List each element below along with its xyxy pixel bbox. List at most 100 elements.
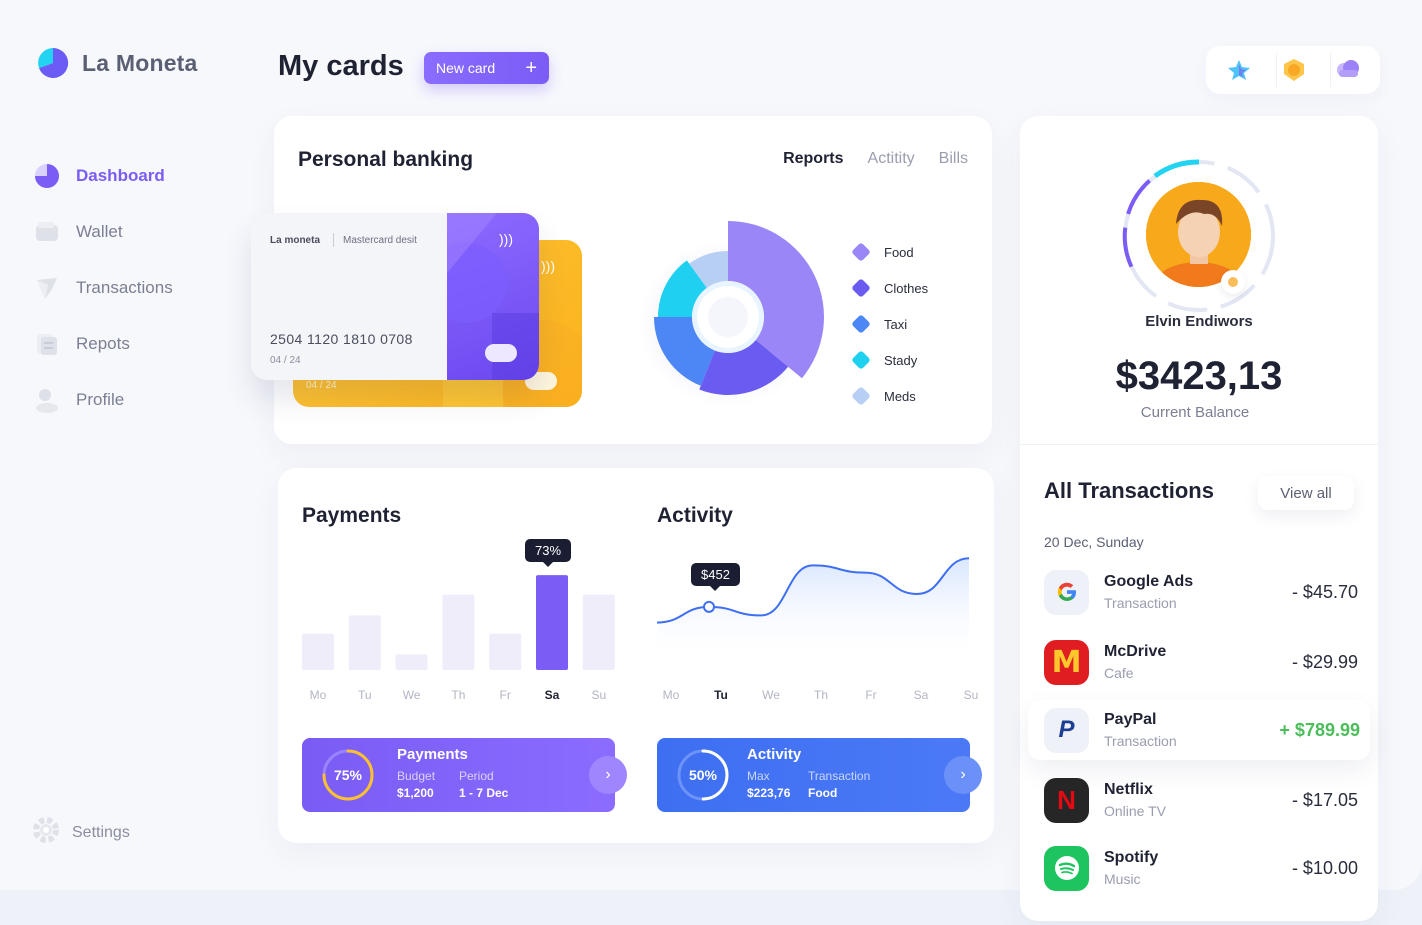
- legend-item: Taxi: [851, 306, 928, 342]
- card-number: 2504 1120 1810 0708: [270, 331, 413, 347]
- sidebar-item-dashboard[interactable]: Dashboard: [34, 148, 173, 204]
- transaction-amount: - $10.00: [1291, 857, 1358, 878]
- payments-title: Payments: [302, 504, 402, 527]
- activity-tooltip: $452: [691, 563, 740, 591]
- donut-center: [708, 297, 748, 337]
- sidebar-item-wallet[interactable]: Wallet: [34, 204, 173, 260]
- max-label: Max: [747, 769, 770, 783]
- legend-label: Clothes: [884, 280, 929, 296]
- transactions-icon: [34, 275, 60, 301]
- transaction-row[interactable]: P PayPal Transaction + $789.99: [1028, 700, 1370, 760]
- paypal-icon: P: [1044, 707, 1089, 753]
- cloud-icon[interactable]: [1330, 53, 1364, 87]
- activity-summary-title: Activity: [747, 746, 802, 763]
- top-icon-bar: [1206, 46, 1380, 94]
- app-window: La Moneta Dashboard Wallet Transactions: [0, 0, 1422, 921]
- activity-summary-card[interactable]: 50% Activity Max $223,76 Transaction Foo…: [657, 738, 982, 812]
- tab-activity[interactable]: Actitity: [868, 150, 915, 168]
- payments-summary-card[interactable]: 75% Payments Budget $1,200 Period 1 - 7 …: [302, 738, 627, 812]
- activity-percent: 50%: [688, 767, 718, 783]
- day-label: Sa: [544, 688, 560, 702]
- new-card-button[interactable]: New card +: [424, 52, 549, 84]
- spending-donut-chart: [638, 221, 824, 408]
- transaction-row[interactable]: Google Ads Transaction - $45.70: [1044, 562, 1360, 622]
- badge-icon[interactable]: [1276, 53, 1310, 87]
- bar-we[interactable]: [395, 654, 428, 670]
- reports-icon: [34, 331, 60, 357]
- tab-bills[interactable]: Bills: [939, 150, 968, 168]
- page-title: My cards: [278, 50, 404, 82]
- day-label: We: [762, 688, 780, 702]
- sparkle-icon[interactable]: [1222, 53, 1256, 87]
- transaction-amount: - $29.99: [1291, 651, 1358, 672]
- transaction-info: Spotify Music: [1104, 849, 1292, 887]
- legend-swatch: [851, 242, 871, 262]
- gear-icon: [32, 816, 60, 849]
- day-label: Su: [591, 688, 607, 702]
- sidebar-item-label: Transactions: [76, 278, 173, 297]
- bar-th[interactable]: [442, 594, 475, 670]
- activity-point[interactable]: [703, 600, 715, 613]
- sidebar-item-reports[interactable]: Repots: [34, 316, 173, 372]
- day-label: Su: [963, 688, 979, 702]
- new-card-label: New card: [436, 60, 496, 76]
- balance-panel: Elvin Endiwors $3423,13 Current Balance …: [1020, 116, 1378, 921]
- sidebar-item-settings[interactable]: Settings: [32, 816, 130, 849]
- bar-sa[interactable]: [536, 575, 568, 670]
- transaction-info: PayPal Transaction: [1104, 711, 1279, 749]
- transaction-amount: + $789.99: [1279, 719, 1360, 740]
- transaction-row[interactable]: Spotify Music - $10.00: [1044, 838, 1360, 898]
- profile-name: Elvin Endiwors: [1145, 313, 1253, 330]
- legend-swatch: [851, 350, 871, 370]
- bar-su[interactable]: [582, 594, 615, 670]
- transaction-type: Music: [1104, 871, 1141, 887]
- day-label: Mo: [309, 688, 327, 702]
- card-purple-band: ))): [427, 213, 539, 380]
- sidebar-item-transactions[interactable]: Transactions: [34, 260, 173, 316]
- transaction-value: Food: [808, 786, 838, 800]
- legend-item: Clothes: [851, 270, 929, 306]
- payments-tooltip: 73%: [525, 539, 572, 567]
- bar-fr[interactable]: [489, 633, 522, 670]
- sidebar-item-profile[interactable]: Profile: [34, 372, 173, 428]
- legend-item: Stady: [851, 342, 928, 378]
- day-label: Mo: [662, 688, 680, 702]
- payments-next-button[interactable]: ›: [589, 756, 627, 794]
- pie-icon: [34, 163, 60, 189]
- banking-tabs: Reports Actitity Bills: [783, 150, 968, 168]
- bar-mo[interactable]: [302, 633, 334, 670]
- transaction-amount: - $45.70: [1291, 581, 1358, 602]
- profile-icon: [34, 387, 60, 413]
- transaction-row[interactable]: M McDrive Cafe - $29.99: [1044, 632, 1360, 692]
- legend-swatch: [851, 386, 871, 406]
- transactions-title: All Transactions: [1044, 478, 1214, 503]
- period-label: Period: [459, 769, 494, 783]
- transaction-info: Netflix Online TV: [1104, 781, 1292, 819]
- divider: [1020, 444, 1378, 445]
- tab-reports[interactable]: Reports: [783, 150, 843, 168]
- transaction-name: McDrive: [1104, 643, 1167, 660]
- view-all-button[interactable]: View all: [1258, 476, 1354, 510]
- app-logo[interactable]: La Moneta: [36, 46, 198, 80]
- max-value: $223,76: [747, 786, 791, 800]
- card-brand: La moneta: [270, 235, 321, 246]
- day-label: Th: [813, 688, 828, 702]
- front-card[interactable]: ))) La moneta Mastercard desit 2504 1120…: [251, 213, 539, 380]
- legend-item: Meds: [851, 378, 928, 414]
- transaction-type: Transaction: [1104, 595, 1177, 611]
- activity-title: Activity: [657, 504, 733, 527]
- contactless-icon: ))): [541, 258, 555, 274]
- spotify-icon: [1044, 845, 1089, 891]
- legend-swatch: [851, 278, 871, 298]
- transaction-row[interactable]: N Netflix Online TV - $17.05: [1044, 770, 1360, 830]
- day-label: Tu: [358, 688, 372, 702]
- legend-label: Meds: [884, 388, 916, 404]
- transaction-label: Transaction: [808, 769, 871, 783]
- day-label: Fr: [865, 688, 877, 702]
- transaction-name: PayPal: [1104, 711, 1157, 728]
- day-label: Sa: [913, 688, 929, 702]
- activity-next-button[interactable]: ›: [944, 756, 982, 794]
- bar-tu[interactable]: [348, 615, 381, 670]
- sidebar-item-label: Profile: [76, 390, 125, 409]
- balance-amount: $3423,13: [1115, 354, 1283, 398]
